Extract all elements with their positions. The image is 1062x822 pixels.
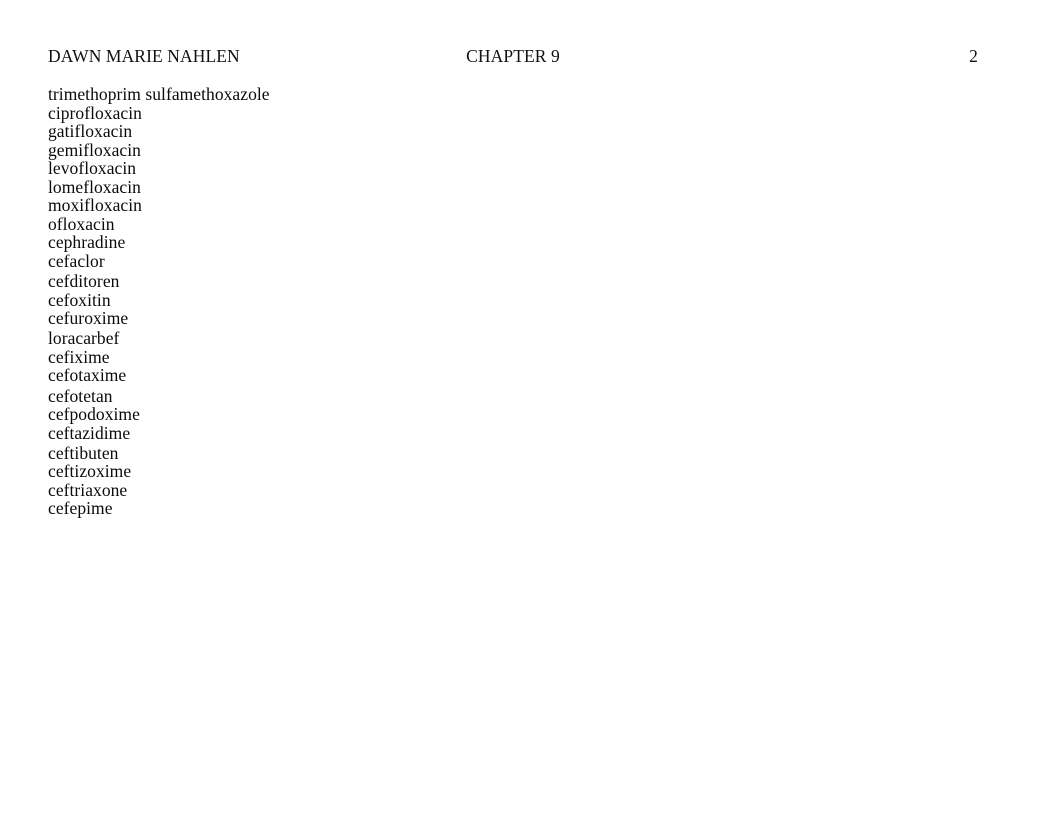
list-item: cefaclor	[48, 250, 105, 271]
list-item: moxifloxacin	[48, 195, 142, 216]
list-item: ceftazidime	[48, 422, 131, 443]
header-chapter-title: CHAPTER 9	[466, 46, 560, 66]
list-item: ceftibuten	[48, 442, 119, 463]
list-item: lomefloxacin	[48, 176, 141, 197]
list-item: loracarbef	[48, 328, 120, 349]
list-item: cefuroxime	[48, 308, 129, 329]
list-item: ceftizoxime	[48, 461, 132, 482]
list-item: cefotetan	[48, 385, 113, 406]
list-item: gatifloxacin	[48, 121, 133, 142]
list-item: cephradine	[48, 232, 126, 253]
list-item: cefotaxime	[48, 365, 127, 386]
drug-name-list: trimethoprim sulfamethoxazole ciprofloxac…	[48, 85, 648, 518]
list-item: cefepime	[48, 498, 113, 519]
list-item: cefixime	[48, 346, 110, 367]
list-item: ciprofloxacin	[48, 102, 142, 123]
list-item: ofloxacin	[48, 213, 115, 234]
list-item: cefpodoxime	[48, 404, 140, 425]
list-item: gemifloxacin	[48, 139, 141, 160]
list-item: cefoxitin	[48, 289, 111, 310]
list-item: trimethoprim sulfamethoxazole	[48, 84, 270, 104]
list-item: cefditoren	[48, 271, 120, 292]
list-item: levofloxacin	[48, 158, 137, 179]
header-page-number: 2	[969, 46, 978, 66]
document-page: DAWN MARIE NAHLEN CHAPTER 9 2 trimethopr…	[0, 0, 1062, 822]
running-header: DAWN MARIE NAHLEN CHAPTER 9 2	[48, 44, 978, 68]
list-item: ceftriaxone	[48, 479, 128, 500]
